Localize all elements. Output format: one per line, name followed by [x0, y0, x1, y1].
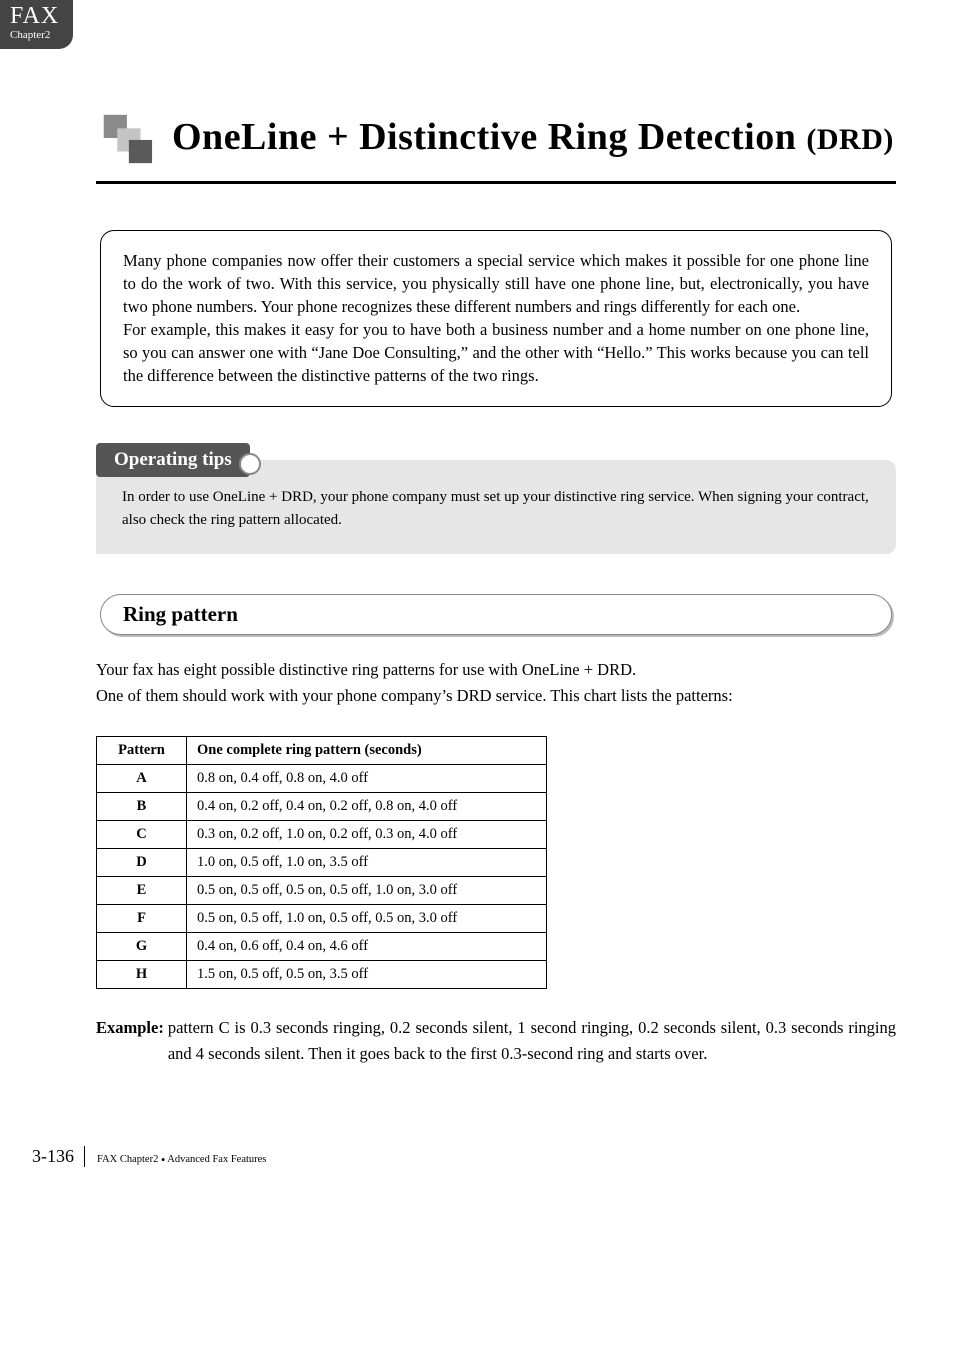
example-text: pattern C is 0.3 seconds ringing, 0.2 se… — [168, 1015, 896, 1066]
tab-title: FAX — [10, 4, 59, 28]
th-pattern: Pattern — [97, 737, 187, 765]
title-row: OneLine + Distinctive Ring Detection (DR… — [96, 109, 896, 167]
cell-pattern: B — [97, 793, 187, 821]
title-drd: (DRD) — [806, 123, 893, 156]
cell-desc: 0.5 on, 0.5 off, 1.0 on, 0.5 off, 0.5 on… — [187, 905, 547, 933]
table-row: D1.0 on, 0.5 off, 1.0 on, 3.5 off — [97, 849, 547, 877]
title-rule — [96, 181, 896, 184]
example-label: Example: — [96, 1015, 164, 1066]
table-row: B0.4 on, 0.2 off, 0.4 on, 0.2 off, 0.8 o… — [97, 793, 547, 821]
table-body: A0.8 on, 0.4 off, 0.8 on, 4.0 off B0.4 o… — [97, 765, 547, 989]
example-block: Example: pattern C is 0.3 seconds ringin… — [96, 1015, 896, 1066]
cell-desc: 0.4 on, 0.2 off, 0.4 on, 0.2 off, 0.8 on… — [187, 793, 547, 821]
cell-desc: 0.8 on, 0.4 off, 0.8 on, 4.0 off — [187, 765, 547, 793]
cell-desc: 1.5 on, 0.5 off, 0.5 on, 3.5 off — [187, 961, 547, 989]
intro-paragraph-2: For example, this makes it easy for you … — [123, 318, 869, 387]
intro-box: Many phone companies now offer their cus… — [100, 230, 892, 407]
cell-desc: 0.5 on, 0.5 off, 0.5 on, 0.5 off, 1.0 on… — [187, 877, 547, 905]
ring-intro-line-2: One of them should work with your phone … — [96, 683, 896, 709]
tips-header-row: Operating tips — [96, 443, 896, 477]
page-footer: 3-136 FAX Chapter2 ● Advanced Fax Featur… — [0, 1106, 954, 1187]
cell-desc: 0.4 on, 0.6 off, 0.4 on, 4.6 off — [187, 933, 547, 961]
cell-pattern: F — [97, 905, 187, 933]
tips-circle-icon — [239, 453, 261, 475]
cell-pattern: C — [97, 821, 187, 849]
intro-paragraph-1: Many phone companies now offer their cus… — [123, 249, 869, 318]
ring-intro: Your fax has eight possible distinctive … — [96, 657, 896, 708]
table-row: A0.8 on, 0.4 off, 0.8 on, 4.0 off — [97, 765, 547, 793]
footer-breadcrumb: FAX Chapter2 ● Advanced Fax Features — [97, 1154, 266, 1165]
tips-heading: Operating tips — [96, 443, 250, 477]
cell-pattern: A — [97, 765, 187, 793]
page-title: OneLine + Distinctive Ring Detection (DR… — [172, 116, 894, 160]
operating-tips-block: Operating tips In order to use OneLine +… — [96, 443, 896, 555]
ring-header-wrap: Ring pattern — [100, 594, 892, 635]
cell-pattern: G — [97, 933, 187, 961]
cell-pattern: E — [97, 877, 187, 905]
footer-chapter: FAX Chapter2 — [97, 1154, 158, 1165]
bullet-icon: ● — [161, 1156, 165, 1164]
chapter-tab: FAX Chapter2 — [0, 0, 73, 49]
table-row: H1.5 on, 0.5 off, 0.5 on, 3.5 off — [97, 961, 547, 989]
table-row: G0.4 on, 0.6 off, 0.4 on, 4.6 off — [97, 933, 547, 961]
page-content: OneLine + Distinctive Ring Detection (DR… — [0, 109, 954, 1106]
cell-pattern: H — [97, 961, 187, 989]
table-row: E0.5 on, 0.5 off, 0.5 on, 0.5 off, 1.0 o… — [97, 877, 547, 905]
ring-intro-line-1: Your fax has eight possible distinctive … — [96, 657, 896, 683]
page-number: 3-136 — [32, 1146, 85, 1167]
th-description: One complete ring pattern (seconds) — [187, 737, 547, 765]
table-header-row: Pattern One complete ring pattern (secon… — [97, 737, 547, 765]
footer-section: Advanced Fax Features — [167, 1154, 266, 1165]
title-main: OneLine + Distinctive Ring Detection — [172, 116, 806, 158]
table-row: F0.5 on, 0.5 off, 1.0 on, 0.5 off, 0.5 o… — [97, 905, 547, 933]
cell-desc: 1.0 on, 0.5 off, 1.0 on, 3.5 off — [187, 849, 547, 877]
ring-pattern-table: Pattern One complete ring pattern (secon… — [96, 736, 547, 989]
ring-heading: Ring pattern — [100, 594, 892, 635]
cell-desc: 0.3 on, 0.2 off, 1.0 on, 0.2 off, 0.3 on… — [187, 821, 547, 849]
section-icon — [96, 109, 154, 167]
page-tab-area: FAX Chapter2 — [0, 0, 954, 69]
cell-pattern: D — [97, 849, 187, 877]
tab-subtitle: Chapter2 — [10, 30, 59, 41]
table-row: C0.3 on, 0.2 off, 1.0 on, 0.2 off, 0.3 o… — [97, 821, 547, 849]
